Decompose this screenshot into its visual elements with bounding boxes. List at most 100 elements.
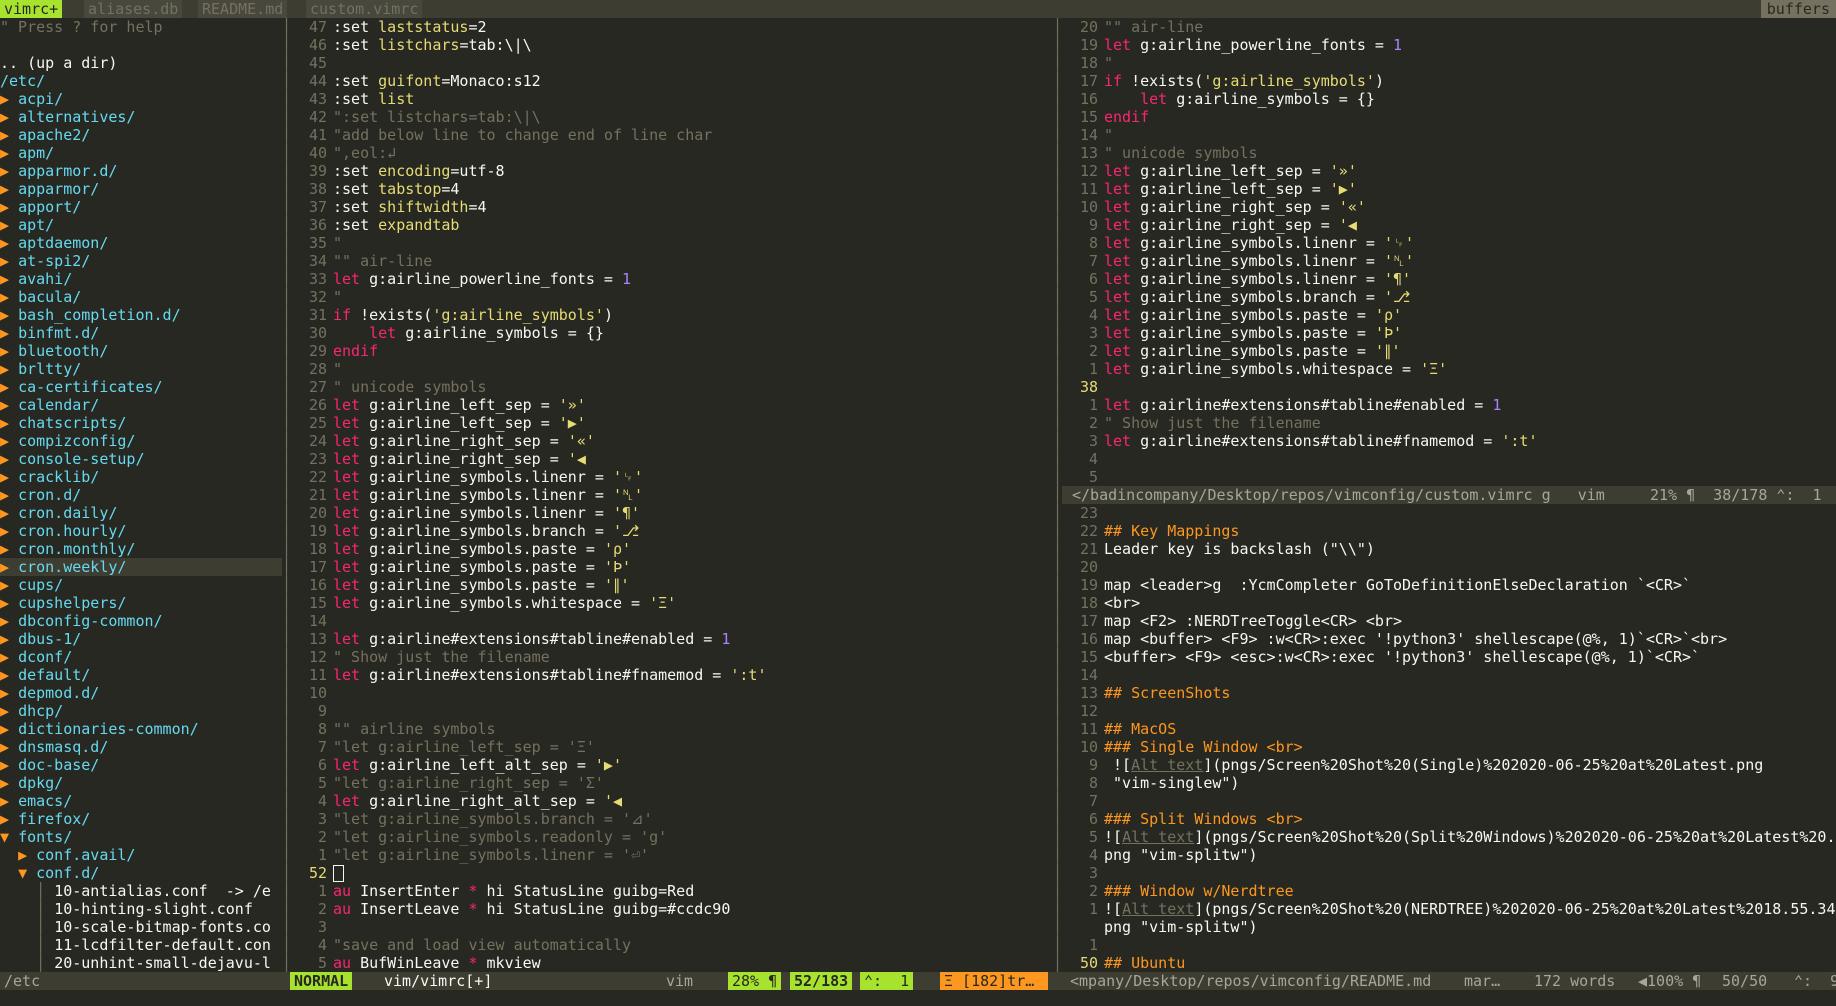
code-line[interactable]: 20 <box>1062 558 1836 576</box>
chevron-right-icon[interactable]: ▶ <box>0 810 9 828</box>
code-line[interactable]: 3 "let g:airline_symbols.branch = '⊿' <box>291 810 1053 828</box>
code-line[interactable]: 10 let g:airline_right_sep = '«' <box>1062 198 1836 216</box>
tree-item[interactable]: ▶ binfmt.d/ <box>0 324 282 342</box>
tree-item[interactable]: ▶ bash_completion.d/ <box>0 306 282 324</box>
code-line[interactable]: 1 let g:airline#extensions#tabline#enable… <box>1062 396 1836 414</box>
code-line[interactable]: 34 "" air-line <box>291 252 1053 270</box>
code-line[interactable]: 46:set listchars=tab:\|\ <box>291 36 1053 54</box>
code-line[interactable]: 50 ## Ubuntu <box>1062 954 1836 972</box>
chevron-right-icon[interactable]: ▶ <box>0 738 9 756</box>
code-line[interactable]: 15 <buffer> <F9> <esc>:w<CR>:exec '!pytho… <box>1062 648 1836 666</box>
tree-item[interactable]: ▶ chatscripts/ <box>0 414 282 432</box>
tree-item[interactable]: ▼ fonts/ <box>0 828 282 846</box>
code-line[interactable]: 2 "let g:airline_symbols.readonly = 'g' <box>291 828 1053 846</box>
code-line[interactable]: 3 let g:airline_symbols.paste = 'Þ' <box>1062 324 1836 342</box>
code-line[interactable]: 47:set laststatus=2 <box>291 18 1053 36</box>
code-line[interactable]: 4 "save and load view automatically <box>291 936 1053 954</box>
chevron-right-icon[interactable]: ▶ <box>0 522 9 540</box>
code-line[interactable]: 1 <box>1062 936 1836 954</box>
tree-item[interactable]: ▶ emacs/ <box>0 792 282 810</box>
chevron-right-icon[interactable]: ▶ <box>0 90 9 108</box>
code-line[interactable]: 1 "let g:airline_symbols.linenr = '⏎' <box>291 846 1053 864</box>
chevron-right-icon[interactable]: ▶ <box>0 360 9 378</box>
code-line[interactable]: 14 <box>1062 666 1836 684</box>
tree-item[interactable]: ▶ apparmor.d/ <box>0 162 282 180</box>
chevron-right-icon[interactable]: ▶ <box>0 126 9 144</box>
tree-item[interactable]: ▶ bacula/ <box>0 288 282 306</box>
tree-item[interactable]: ▶ cracklib/ <box>0 468 282 486</box>
tree-item[interactable]: ▶ console-setup/ <box>0 450 282 468</box>
code-line[interactable]: 15 endif <box>1062 108 1836 126</box>
tree-item[interactable]: ▶ depmod.d/ <box>0 684 282 702</box>
chevron-right-icon[interactable]: ▶ <box>0 378 9 396</box>
chevron-right-icon[interactable]: ▶ <box>0 774 9 792</box>
code-line[interactable]: 24 let g:airline_right_sep = '«' <box>291 432 1053 450</box>
chevron-right-icon[interactable]: ▶ <box>0 432 9 450</box>
chevron-right-icon[interactable]: ▶ <box>18 846 27 864</box>
code-line[interactable]: 18 <br> <box>1062 594 1836 612</box>
chevron-right-icon[interactable]: ▶ <box>0 216 9 234</box>
code-line[interactable]: 4 let g:airline_symbols.paste = 'ρ' <box>1062 306 1836 324</box>
chevron-down-icon[interactable]: ▼ <box>0 828 9 846</box>
chevron-right-icon[interactable]: ▶ <box>0 198 9 216</box>
code-line[interactable]: 37:set shiftwidth=4 <box>291 198 1053 216</box>
code-line[interactable]: 22 let g:airline_symbols.linenr = '␊' <box>291 468 1053 486</box>
code-line[interactable]: 2 ### Window w/Nerdtree <box>1062 882 1836 900</box>
code-line[interactable]: 18 " <box>1062 54 1836 72</box>
chevron-right-icon[interactable]: ▶ <box>0 792 9 810</box>
chevron-right-icon[interactable]: ▶ <box>0 180 9 198</box>
code-line[interactable]: 9 ![Alt text](pngs/Screen%20Shot%20(Sing… <box>1062 756 1836 774</box>
code-line[interactable]: 1 let g:airline_symbols.whitespace = 'Ξ' <box>1062 360 1836 378</box>
code-line[interactable]: 14 <box>291 612 1053 630</box>
tree-item[interactable]: ▶ apm/ <box>0 144 282 162</box>
chevron-right-icon[interactable]: ▶ <box>0 342 9 360</box>
code-line[interactable]: 6 let g:airline_left_alt_sep = '▶' <box>291 756 1053 774</box>
code-line[interactable]: 32 " <box>291 288 1053 306</box>
code-line[interactable]: 16 let g:airline_symbols = {} <box>1062 90 1836 108</box>
code-line[interactable]: 10 <box>291 684 1053 702</box>
code-line[interactable]: 9 <box>291 702 1053 720</box>
tree-item[interactable]: ▶ apport/ <box>0 198 282 216</box>
code-line[interactable]: 11 let g:airline#extensions#tabline#fname… <box>291 666 1053 684</box>
chevron-right-icon[interactable]: ▶ <box>0 396 9 414</box>
code-line[interactable]: 20 "" air-line <box>1062 18 1836 36</box>
tree-item[interactable]: ▶ acpi/ <box>0 90 282 108</box>
code-line[interactable]: 13 let g:airline#extensions#tabline#enabl… <box>291 630 1053 648</box>
tree-item[interactable]: ▶ dconf/ <box>0 648 282 666</box>
code-line[interactable]: 9 let g:airline_right_sep = '◀ <box>1062 216 1836 234</box>
code-line[interactable]: 2 au InsertLeave * hi StatusLine guibg=#c… <box>291 900 1053 918</box>
nerdtree-pane[interactable]: " Press ? for help .. (up a dir)/etc/▶ ac… <box>0 18 282 972</box>
chevron-right-icon[interactable]: ▶ <box>0 270 9 288</box>
tree-subitem[interactable]: ▼ conf.d/ <box>0 864 282 882</box>
chevron-right-icon[interactable]: ▶ <box>0 558 9 576</box>
tree-item[interactable]: ▶ doc-base/ <box>0 756 282 774</box>
tree-item[interactable]: ▶ dpkg/ <box>0 774 282 792</box>
chevron-down-icon[interactable]: ▼ <box>18 864 27 882</box>
code-line[interactable]: 39:set encoding=utf-8 <box>291 162 1053 180</box>
code-line[interactable]: 19 let g:airline_powerline_fonts = 1 <box>1062 36 1836 54</box>
code-line[interactable]: 45 <box>291 54 1053 72</box>
chevron-right-icon[interactable]: ▶ <box>0 288 9 306</box>
code-line[interactable]: 12 let g:airline_left_sep = '»' <box>1062 162 1836 180</box>
tree-item[interactable]: ▶ cron.hourly/ <box>0 522 282 540</box>
chevron-right-icon[interactable]: ▶ <box>0 630 9 648</box>
tree-item[interactable]: ▶ apt/ <box>0 216 282 234</box>
up-dir[interactable]: .. (up a dir) <box>0 54 282 72</box>
code-line[interactable]: 7 "let g:airline_left_sep = 'Ξ' <box>291 738 1053 756</box>
code-line[interactable]: 5 let g:airline_symbols.branch = '⎇ <box>1062 288 1836 306</box>
tree-item[interactable]: ▶ cups/ <box>0 576 282 594</box>
tab-custom-vimrc[interactable]: custom.vimrc <box>306 0 423 18</box>
tree-item[interactable]: ▶ cupshelpers/ <box>0 594 282 612</box>
tree-item[interactable]: ▶ apparmor/ <box>0 180 282 198</box>
code-line[interactable]: 3 let g:airline#extensions#tabline#fnamem… <box>1062 432 1836 450</box>
tab-readme[interactable]: README.md <box>198 0 288 18</box>
code-line[interactable]: 2 " Show just the filename <box>1062 414 1836 432</box>
code-line[interactable]: 1 au InsertEnter * hi StatusLine guibg=Re… <box>291 882 1053 900</box>
tree-file[interactable]: │ 10-antialias.conf -> /e <box>0 882 282 900</box>
chevron-right-icon[interactable]: ▶ <box>0 702 9 720</box>
code-line[interactable]: 38:set tabstop=4 <box>291 180 1053 198</box>
chevron-right-icon[interactable]: ▶ <box>0 486 9 504</box>
chevron-right-icon[interactable]: ▶ <box>0 540 9 558</box>
code-line[interactable]: 35 " <box>291 234 1053 252</box>
code-line[interactable]: 5 <box>1062 468 1836 486</box>
